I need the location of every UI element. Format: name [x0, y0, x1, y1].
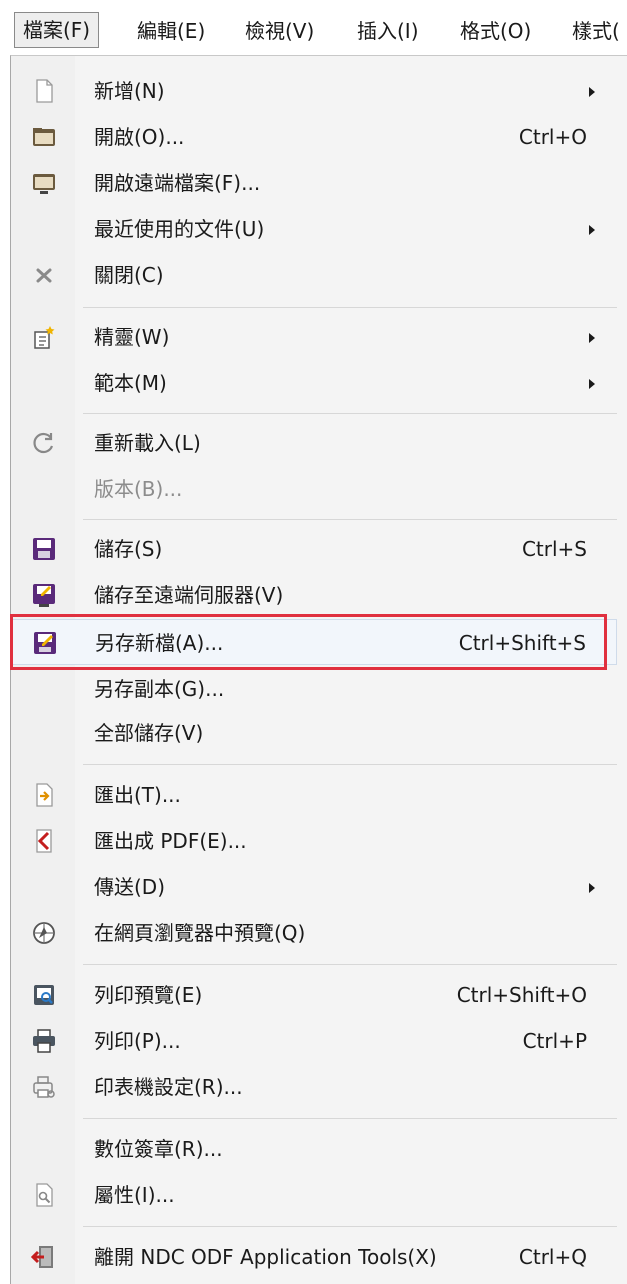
submenu-arrow-icon — [589, 225, 595, 235]
menu-item-label: 開啟遠端檔案(F)... — [94, 171, 261, 195]
menu-item-open-remote[interactable]: 開啟遠端檔案(F)... — [11, 160, 617, 206]
menu-item-label: 列印(P)... — [94, 1029, 181, 1053]
reload-icon — [31, 430, 57, 456]
menu-item-label: 離開 NDC ODF Application Tools(X) — [94, 1245, 437, 1269]
menu-item-label: 範本(M) — [94, 371, 167, 395]
menu-item-close[interactable]: 關閉(C) — [11, 252, 617, 298]
menu-item-templates[interactable]: 範本(M) — [11, 360, 617, 406]
menu-item-save-as[interactable]: 另存新檔(A)... Ctrl+Shift+S — [11, 619, 617, 665]
menu-separator — [83, 307, 617, 308]
menu-item-printer-settings[interactable]: 印表機設定(R)... — [11, 1064, 617, 1110]
menu-item-label: 另存副本(G)... — [94, 677, 225, 701]
menu-separator — [83, 764, 617, 765]
menu-separator — [83, 964, 617, 965]
printer-settings-icon — [31, 1074, 57, 1100]
menu-item-label: 在網頁瀏覽器中預覽(Q) — [94, 921, 306, 945]
menu-item-label: 重新載入(L) — [94, 431, 201, 455]
menu-item-label: 開啟(O)... — [94, 125, 185, 149]
menu-separator — [83, 413, 617, 414]
menu-item-wizard[interactable]: 精靈(W) — [11, 314, 617, 360]
menu-item-shortcut: Ctrl+Shift+O — [456, 983, 587, 1007]
menu-styles[interactable]: 樣式( — [572, 14, 620, 48]
menu-edit[interactable]: 編輯(E) — [137, 14, 205, 48]
browser-preview-icon — [31, 920, 57, 946]
properties-icon — [31, 1182, 57, 1208]
export-icon — [31, 782, 57, 808]
menu-format[interactable]: 格式(O) — [460, 14, 531, 48]
print-preview-icon — [31, 982, 57, 1008]
menu-item-label: 最近使用的文件(U) — [94, 217, 265, 241]
menu-item-shortcut: Ctrl+Q — [518, 1245, 587, 1269]
save-remote-icon — [31, 582, 57, 608]
menu-bar: 檔案(F) 編輯(E) 檢視(V) 插入(I) 格式(O) 樣式( — [0, 0, 627, 58]
menu-item-reload[interactable]: 重新載入(L) — [11, 420, 617, 466]
menu-item-print[interactable]: 列印(P)... Ctrl+P — [11, 1018, 617, 1064]
menu-item-label: 精靈(W) — [94, 325, 170, 349]
menu-item-print-preview[interactable]: 列印預覽(E) Ctrl+Shift+O — [11, 972, 617, 1018]
menu-file[interactable]: 檔案(F) — [14, 12, 100, 48]
menu-item-exit[interactable]: 離開 NDC ODF Application Tools(X) Ctrl+Q — [11, 1234, 617, 1280]
menu-item-label: 列印預覽(E) — [94, 983, 203, 1007]
open-remote-icon — [31, 170, 57, 196]
menu-item-shortcut: Ctrl+P — [522, 1029, 587, 1053]
menu-item-label: 匯出成 PDF(E)... — [94, 829, 247, 853]
menu-item-label: 新增(N) — [94, 79, 165, 103]
menu-item-label: 印表機設定(R)... — [94, 1075, 243, 1099]
menu-item-label: 匯出(T)... — [94, 783, 181, 807]
submenu-arrow-icon — [589, 333, 595, 343]
export-pdf-icon — [31, 828, 57, 854]
menu-item-save-copy[interactable]: 另存副本(G)... — [11, 666, 617, 712]
submenu-arrow-icon — [589, 379, 595, 389]
file-menu-dropdown: 新增(N) 開啟(O)... Ctrl+O 開啟遠端檔案(F)... 最近使用的… — [10, 55, 627, 1284]
open-folder-icon — [31, 124, 57, 150]
menu-item-label: 數位簽章(R)... — [94, 1137, 223, 1161]
save-icon — [31, 536, 57, 562]
close-icon — [31, 262, 57, 288]
menu-item-new[interactable]: 新增(N) — [11, 68, 617, 114]
exit-icon — [30, 1244, 57, 1270]
menu-item-save-all[interactable]: 全部儲存(V) — [11, 710, 617, 756]
menu-item-export-pdf[interactable]: 匯出成 PDF(E)... — [11, 818, 617, 864]
menu-item-versions: 版本(B)... — [11, 466, 617, 512]
menu-item-label: 全部儲存(V) — [94, 721, 204, 745]
menu-item-digital-signatures[interactable]: 數位簽章(R)... — [11, 1126, 617, 1172]
menu-item-label: 儲存至遠端伺服器(V) — [94, 583, 284, 607]
wizard-icon — [31, 324, 57, 350]
menu-separator — [83, 1118, 617, 1119]
new-document-icon — [31, 78, 57, 104]
menu-item-export[interactable]: 匯出(T)... — [11, 772, 617, 818]
menu-item-shortcut: Ctrl+Shift+S — [458, 631, 586, 655]
menu-item-label: 另存新檔(A)... — [95, 631, 224, 655]
submenu-arrow-icon — [589, 87, 595, 97]
printer-icon — [31, 1028, 57, 1054]
menu-item-save-remote[interactable]: 儲存至遠端伺服器(V) — [11, 572, 617, 618]
menu-item-browser-preview[interactable]: 在網頁瀏覽器中預覽(Q) — [11, 910, 617, 956]
menu-item-recent-documents[interactable]: 最近使用的文件(U) — [11, 206, 617, 252]
menu-separator — [83, 1226, 617, 1227]
save-as-icon — [32, 630, 58, 656]
menu-item-label: 關閉(C) — [94, 263, 164, 287]
menu-item-shortcut: Ctrl+O — [518, 125, 587, 149]
menu-item-save[interactable]: 儲存(S) Ctrl+S — [11, 526, 617, 572]
menu-item-label: 版本(B)... — [94, 477, 183, 501]
menu-separator — [83, 519, 617, 520]
menu-item-shortcut: Ctrl+S — [521, 537, 587, 561]
menu-item-open[interactable]: 開啟(O)... Ctrl+O — [11, 114, 617, 160]
submenu-arrow-icon — [589, 883, 595, 893]
menu-item-label: 儲存(S) — [94, 537, 163, 561]
menu-item-send[interactable]: 傳送(D) — [11, 864, 617, 910]
menu-insert[interactable]: 插入(I) — [357, 14, 419, 48]
menu-view[interactable]: 檢視(V) — [245, 14, 314, 48]
menu-item-label: 傳送(D) — [94, 875, 166, 899]
menu-item-properties[interactable]: 屬性(I)... — [11, 1172, 617, 1218]
menu-item-label: 屬性(I)... — [94, 1183, 175, 1207]
